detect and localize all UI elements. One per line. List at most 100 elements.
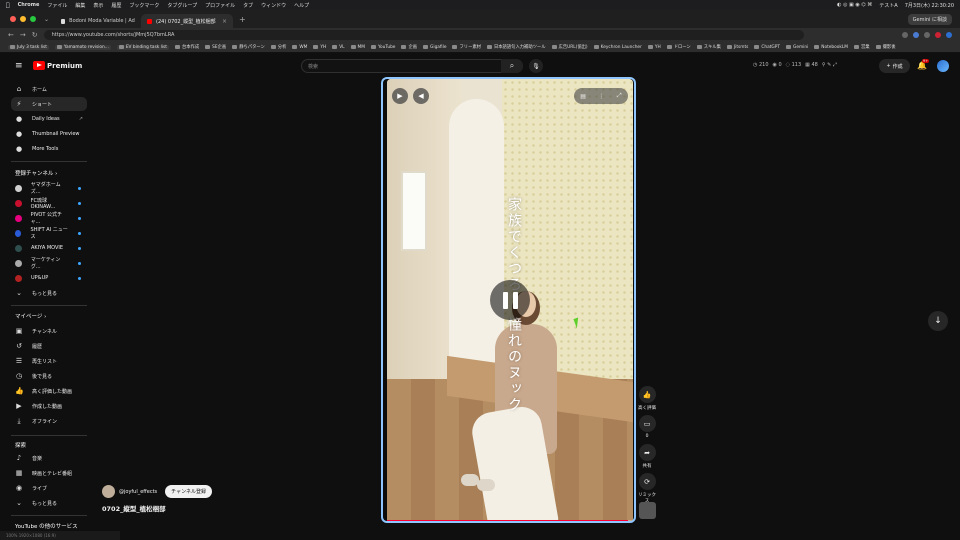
bookmark-item[interactable]: YH bbox=[313, 45, 326, 50]
extension-icon[interactable] bbox=[913, 32, 919, 38]
status-icons[interactable]: ◐ ◎ ▣ ◉ ⌬ ⌘ bbox=[837, 2, 872, 8]
channel-avatar[interactable] bbox=[102, 485, 115, 498]
you-header[interactable]: マイページ › bbox=[15, 312, 46, 320]
menu-window[interactable]: ウィンドウ bbox=[261, 2, 286, 9]
bookmark-item[interactable]: July 3 task list bbox=[8, 44, 49, 50]
bookmark-item[interactable]: 撮影後 bbox=[875, 44, 896, 50]
sidebar-item-more-tools[interactable]: ● More Tools bbox=[11, 142, 87, 156]
bookmark-item[interactable]: 台本作成 bbox=[174, 44, 199, 50]
bookmark-item[interactable]: MM bbox=[350, 45, 365, 50]
menu-view[interactable]: 表示 bbox=[93, 2, 103, 9]
sidebar-item-live[interactable]: ◉ ライブ bbox=[11, 481, 87, 495]
bookmark-item[interactable]: 日本語語句入力補助ツール bbox=[486, 44, 546, 50]
fullscreen-icon[interactable]: ⤢ bbox=[617, 92, 622, 100]
sidebar-item-thumbnail-preview[interactable]: ● Thumbnail Preview bbox=[11, 127, 87, 141]
sidebar-item-video[interactable]: ▶ 作成した動画 bbox=[11, 399, 87, 413]
user-label[interactable]: テストA bbox=[879, 2, 897, 9]
tab-youtube[interactable]: (24) 0702_縦型_植松梱部 × bbox=[141, 14, 234, 28]
apple-icon[interactable]:  bbox=[6, 2, 10, 9]
youtube-logo[interactable]: Premium bbox=[33, 61, 82, 70]
tab-search-icon[interactable]: ⌄ bbox=[44, 16, 49, 23]
shorts-player[interactable]: 家族でくつろ 憧れのヌック ▶ ◀ ▤ ⋮ ⤢ bbox=[381, 77, 636, 523]
sidebar-item-thumb-up[interactable]: 👍 高く評価した動画 bbox=[11, 384, 87, 398]
stats-readout[interactable]: ◷ 210 ◉ 0 ◌ 113 ▦ 48 ⚲ ✎ ⤢ bbox=[753, 62, 837, 68]
channel-handle[interactable]: @joyful_effects bbox=[119, 489, 157, 495]
close-window-button[interactable] bbox=[10, 16, 16, 22]
bookmark-item[interactable]: ChatGPT bbox=[754, 45, 780, 50]
voice-search-button[interactable]: 🎙 bbox=[529, 59, 543, 73]
bookmark-item[interactable]: スキル集 bbox=[696, 44, 721, 50]
bookmark-item[interactable]: フリー素材 bbox=[452, 44, 481, 50]
menu-help[interactable]: ヘルプ bbox=[294, 2, 309, 9]
bookmark-item[interactable]: ドローン bbox=[666, 44, 691, 50]
extension-icon[interactable] bbox=[924, 32, 930, 38]
bookmark-item[interactable]: Keychron Launcher bbox=[593, 45, 642, 50]
search-button[interactable]: ⌕ bbox=[501, 59, 523, 73]
sidebar-item-music[interactable]: ♪ 音楽 bbox=[11, 451, 87, 465]
create-button[interactable]: + 作成 bbox=[879, 59, 910, 73]
subscribe-button[interactable]: チャンネル登録 bbox=[165, 485, 212, 498]
clock[interactable]: 7月3日(木) 22:30:20 bbox=[905, 2, 954, 9]
sidebar-item-channel[interactable]: マーケティング... bbox=[11, 256, 87, 270]
close-tab-icon[interactable]: × bbox=[222, 18, 227, 25]
bookmark-item[interactable]: VL bbox=[332, 45, 345, 50]
play-button[interactable]: ▶ bbox=[392, 88, 408, 104]
sidebar-item-channel[interactable]: AKIYA MOVIE bbox=[11, 241, 87, 255]
sidebar-item-channel[interactable]: SHIFT AI ニュース bbox=[11, 226, 87, 240]
tool-icons[interactable]: ⚲ ✎ ⤢ bbox=[822, 62, 837, 68]
menubar-app-name[interactable]: Chrome bbox=[18, 2, 40, 8]
more-options-icon[interactable]: ⋮ bbox=[598, 93, 604, 100]
sidebar-item-channel[interactable]: PIVOT 公式チャ... bbox=[11, 211, 87, 225]
gemini-button[interactable]: Gemini に相談 bbox=[907, 13, 952, 25]
sidebar-item-history[interactable]: ↺ 履歴 bbox=[11, 339, 87, 353]
bookmark-item[interactable]: WM bbox=[292, 45, 307, 50]
bookmark-item[interactable]: NotebookLM bbox=[814, 45, 848, 50]
hamburger-menu-icon[interactable]: ≡ bbox=[15, 61, 23, 71]
menu-bookmarks[interactable]: ブックマーク bbox=[129, 2, 159, 9]
sidebar-item-download[interactable]: ⤓ オフライン bbox=[11, 414, 87, 428]
zoom-window-button[interactable] bbox=[30, 16, 36, 22]
notifications-button[interactable]: 🔔 9+ bbox=[917, 59, 930, 70]
comment-button[interactable]: ▭ 0 bbox=[637, 415, 657, 439]
sidebar-item-channel[interactable]: UP&UP bbox=[11, 271, 87, 285]
menu-edit[interactable]: 編集 bbox=[75, 2, 85, 9]
remix-button[interactable]: ⟳ リミックス bbox=[637, 473, 657, 504]
bookmark-item[interactable]: 静ちパターン bbox=[232, 44, 265, 50]
sidebar-item-film[interactable]: ▦ 映画とテレビ番組 bbox=[11, 466, 87, 480]
captions-icon[interactable]: ▤ bbox=[580, 93, 586, 100]
bookmark-item[interactable]: Gemini bbox=[785, 45, 808, 50]
sidebar-item-channel[interactable]: FC琉球OKINAW... bbox=[11, 196, 87, 210]
back-icon[interactable]: ← bbox=[8, 31, 14, 39]
extension-icon[interactable] bbox=[902, 32, 908, 38]
mute-button[interactable]: ◀ bbox=[413, 88, 429, 104]
extension-icon[interactable] bbox=[935, 32, 941, 38]
sidebar-item-home[interactable]: ⌂ ホーム bbox=[11, 82, 87, 96]
sidebar-show-more[interactable]: ⌄ もっと見る bbox=[11, 286, 87, 300]
forward-icon[interactable]: → bbox=[20, 31, 26, 39]
sidebar-item-daily-ideas[interactable]: ● Daily Ideas ↗ bbox=[11, 112, 87, 126]
sound-thumbnail[interactable] bbox=[637, 502, 657, 521]
bookmark-item[interactable]: SE企画 bbox=[205, 44, 226, 50]
minimize-window-button[interactable] bbox=[20, 16, 26, 22]
sidebar-item-channel[interactable]: ヤマダホームズ... bbox=[11, 181, 87, 195]
bookmark-item[interactable]: 広告URL(協出) bbox=[551, 44, 588, 50]
next-video-button[interactable]: ↓ bbox=[928, 311, 948, 331]
pause-button[interactable] bbox=[490, 280, 530, 320]
progress-bar[interactable] bbox=[387, 520, 633, 521]
sidebar-item-shorts[interactable]: ⚡ ショート bbox=[11, 97, 87, 111]
sidebar-show-more-explore[interactable]: ⌄ もっと見る bbox=[11, 496, 87, 510]
account-avatar[interactable] bbox=[937, 60, 949, 72]
sidebar-item-channel[interactable]: ▣ チャンネル bbox=[11, 324, 87, 338]
sidebar-item-playlist[interactable]: ☰ 再生リスト bbox=[11, 354, 87, 368]
bookmark-item[interactable]: Yamamoto revision... bbox=[54, 44, 111, 50]
like-button[interactable]: 👍 高く評価 bbox=[637, 386, 657, 411]
bookmark-item[interactable]: 営業 bbox=[854, 44, 870, 50]
menu-file[interactable]: ファイル bbox=[47, 2, 67, 9]
tab-bodoni[interactable]: Bodoni Moda Variable | Adobe... bbox=[55, 14, 141, 28]
menu-tabgroups[interactable]: タブグループ bbox=[167, 2, 197, 9]
bookmark-item[interactable]: Jitsmts bbox=[726, 45, 748, 50]
url-field[interactable]: https://www.youtube.com/shorts/jMmj5Q7bm… bbox=[43, 30, 804, 40]
bookmark-item[interactable]: 企画 bbox=[401, 44, 417, 50]
short-title[interactable]: 0702_縦型_植松梱部 bbox=[102, 503, 166, 513]
menu-tab[interactable]: タブ bbox=[243, 2, 253, 9]
